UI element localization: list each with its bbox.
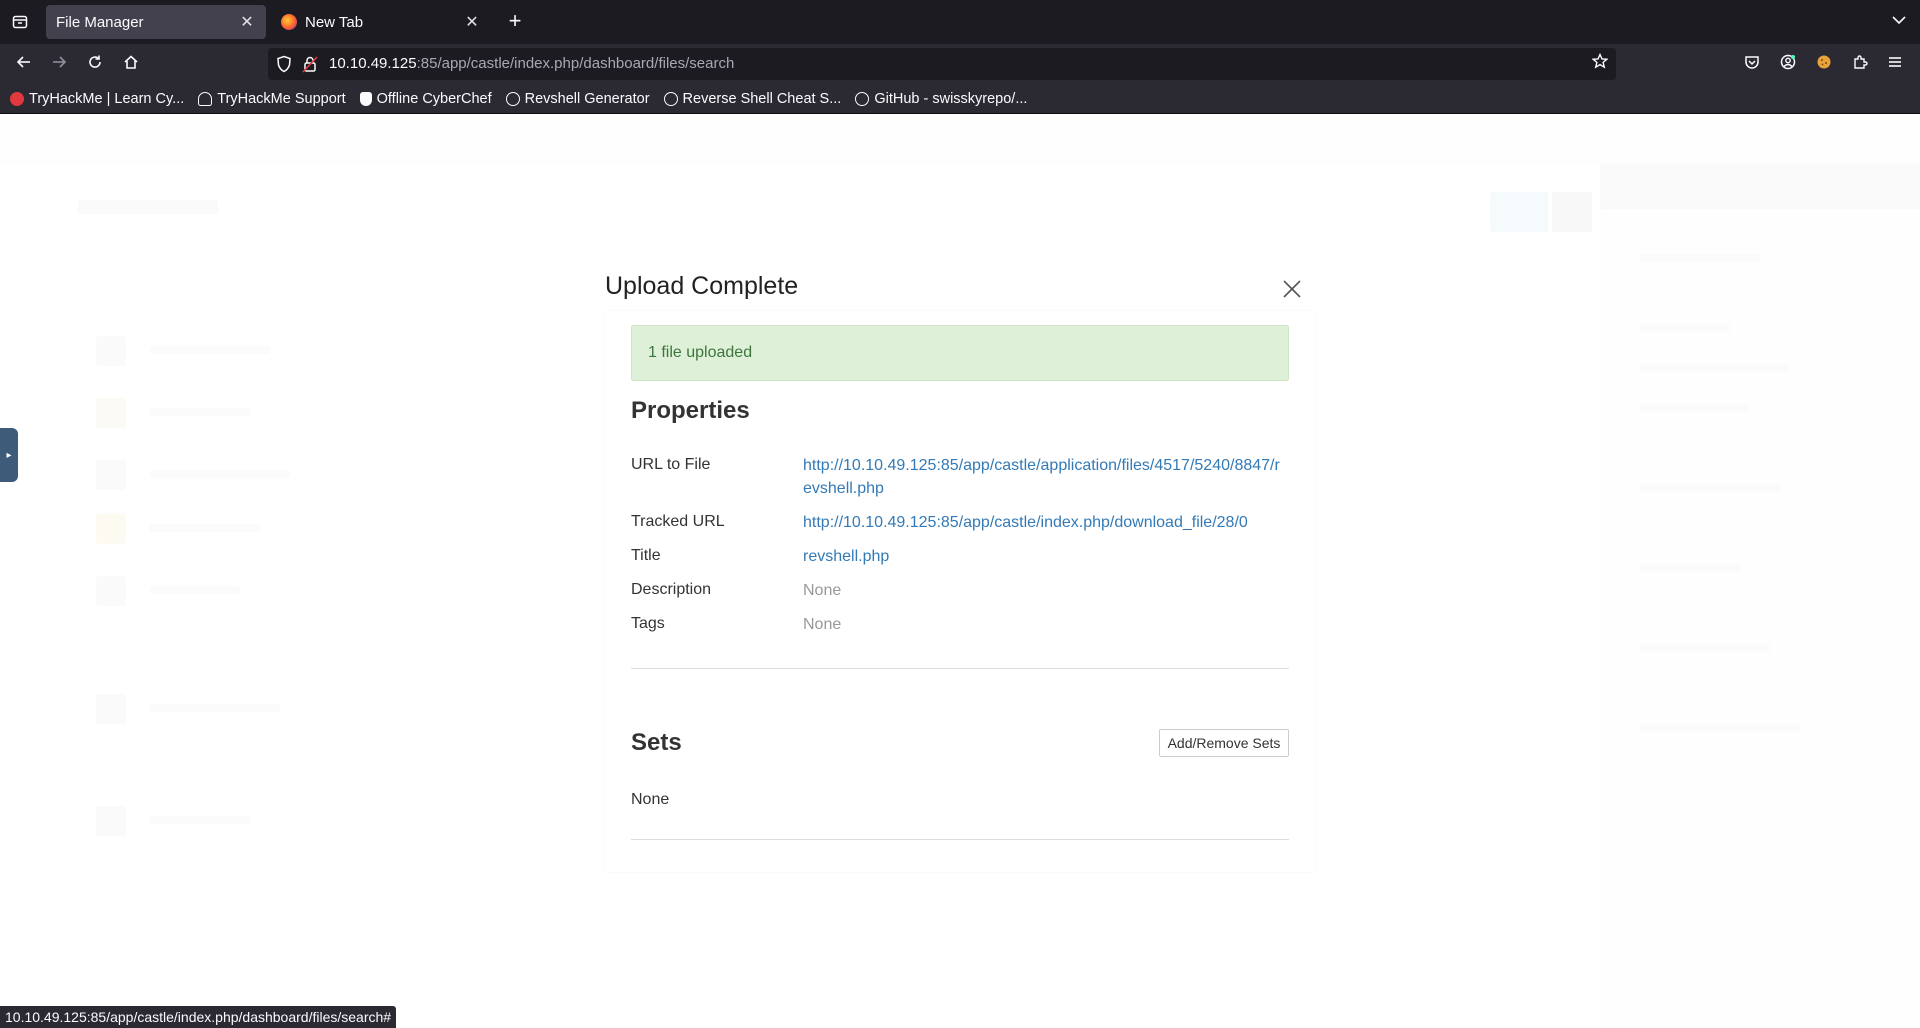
pocket-icon[interactable] <box>1742 54 1762 74</box>
bookmark-label: GitHub - swisskyrepo/... <box>874 90 1028 107</box>
close-tab-icon[interactable]: ✕ <box>238 12 256 32</box>
navigation-toolbar: 10.10.49.125:85/app/castle/index.php/das… <box>0 44 1920 84</box>
address-bar[interactable]: 10.10.49.125:85/app/castle/index.php/das… <box>268 48 1616 80</box>
bookmark-label: Reverse Shell Cheat S... <box>682 90 842 107</box>
tryhackme-icon <box>10 91 24 106</box>
menu-icon[interactable] <box>1885 54 1905 74</box>
tags-value[interactable]: None <box>803 613 1283 636</box>
description-label: Description <box>631 581 712 598</box>
web-page: ▸ Upload Complete 1 file uploaded Proper… <box>0 114 1920 1028</box>
lock-insecure-icon[interactable] <box>302 55 318 73</box>
tab-file-manager[interactable]: File Manager ✕ <box>46 5 266 39</box>
cookie-extension-icon[interactable] <box>1814 54 1834 74</box>
bookmark-star-icon[interactable] <box>1591 52 1609 74</box>
tab-title: New Tab <box>305 13 364 31</box>
status-bar-url: 10.10.49.125:85/app/castle/index.php/das… <box>0 1006 397 1028</box>
tracked-url-label: Tracked URL <box>631 513 725 530</box>
home-button[interactable] <box>118 52 144 76</box>
bookmark-cyberchef[interactable]: Offline CyberChef <box>359 90 492 107</box>
bookmark-tryhackme[interactable]: TryHackMe | Learn Cy... <box>10 91 184 107</box>
tags-label: Tags <box>631 615 665 632</box>
title-value[interactable]: revshell.php <box>803 545 1283 568</box>
sets-heading: Sets <box>631 729 682 756</box>
bookmark-label: TryHackMe Support <box>217 90 346 107</box>
bookmark-label: TryHackMe | Learn Cy... <box>29 90 185 107</box>
chef-hat-icon <box>359 91 372 106</box>
github-icon <box>855 91 870 106</box>
forward-button[interactable] <box>46 52 72 76</box>
url-path: :85/app/castle/index.php/dashboard/files… <box>416 55 735 72</box>
bookmark-label: Revshell Generator <box>524 90 650 107</box>
tab-bar: File Manager ✕ New Tab ✕ + <box>0 0 1920 44</box>
url-host: 10.10.49.125 <box>329 55 417 72</box>
tab-new-tab[interactable]: New Tab ✕ <box>271 5 491 39</box>
upload-complete-dialog: Upload Complete 1 file uploaded Properti… <box>605 264 1315 872</box>
bookmark-revshell-generator[interactable]: Revshell Generator <box>505 90 650 107</box>
close-tab-icon[interactable]: ✕ <box>463 12 481 32</box>
globe-icon <box>663 91 678 106</box>
globe-icon <box>505 91 520 106</box>
reload-button[interactable] <box>82 52 108 76</box>
url-to-file-link[interactable]: http://10.10.49.125:85/app/castle/applic… <box>803 454 1283 500</box>
account-icon[interactable] <box>1778 54 1798 74</box>
url-text[interactable]: 10.10.49.125:85/app/castle/index.php/das… <box>329 55 734 72</box>
divider <box>631 668 1289 669</box>
title-label: Title <box>631 547 661 564</box>
bookmark-reverse-shell-cheat[interactable]: Reverse Shell Cheat S... <box>663 90 842 107</box>
bookmarks-toolbar: TryHackMe | Learn Cy... TryHackMe Suppor… <box>0 84 1920 114</box>
bookmark-label: Offline CyberChef <box>376 90 492 107</box>
panel-toggle-handle[interactable]: ▸ <box>0 428 18 482</box>
new-tab-button[interactable]: + <box>503 9 527 33</box>
tab-title: File Manager <box>56 13 144 31</box>
sets-value: None <box>631 791 670 808</box>
cloud-icon <box>198 91 213 106</box>
bookmark-github[interactable]: GitHub - swisskyrepo/... <box>855 91 1027 107</box>
dialog-body: 1 file uploaded Properties URL to File h… <box>605 311 1315 872</box>
divider <box>631 839 1289 840</box>
extensions-icon[interactable] <box>1850 54 1870 74</box>
bookmark-tryhackme-support[interactable]: TryHackMe Support <box>198 90 346 107</box>
tracked-url-link[interactable]: http://10.10.49.125:85/app/castle/index.… <box>803 511 1283 534</box>
url-to-file-label: URL to File <box>631 456 711 473</box>
dialog-header: Upload Complete <box>605 264 1315 314</box>
tab-list-icon[interactable] <box>8 8 32 36</box>
upload-success-alert: 1 file uploaded <box>631 325 1289 381</box>
dialog-title: Upload Complete <box>605 272 799 300</box>
shield-icon[interactable] <box>276 55 292 73</box>
properties-heading: Properties <box>631 397 750 424</box>
back-button[interactable] <box>11 52 37 76</box>
description-value[interactable]: None <box>803 579 1283 602</box>
firefox-icon <box>281 14 297 30</box>
chevron-down-icon[interactable] <box>1892 12 1906 28</box>
add-remove-sets-button[interactable]: Add/Remove Sets <box>1159 729 1289 757</box>
close-icon[interactable] <box>1281 278 1303 300</box>
